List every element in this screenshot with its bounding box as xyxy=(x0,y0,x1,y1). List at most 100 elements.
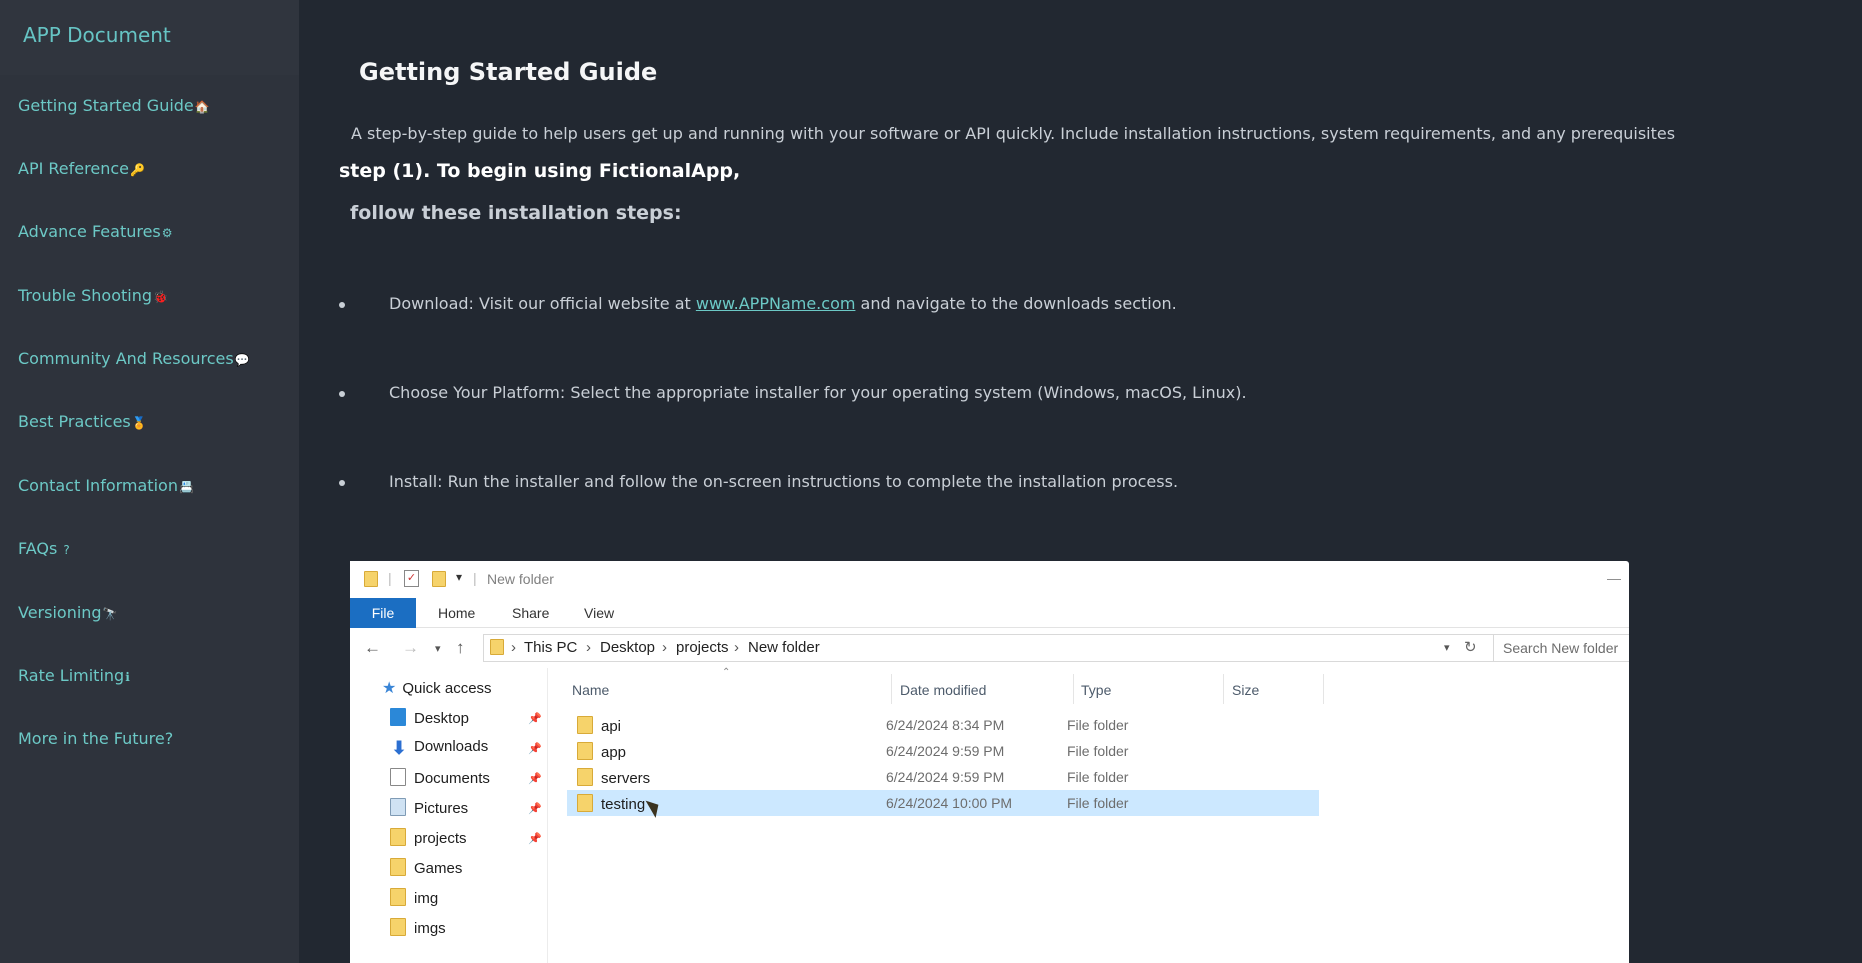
star-icon: ★ xyxy=(382,680,397,697)
column-separator[interactable] xyxy=(891,674,892,704)
back-arrow-icon[interactable]: ← xyxy=(364,638,381,658)
recent-locations-icon[interactable]: ▾ xyxy=(435,642,441,655)
breadcrumb-item[interactable]: Desktop xyxy=(600,635,655,661)
file-name: testing xyxy=(601,796,646,813)
nav-item-projects[interactable]: projects xyxy=(390,828,467,847)
nav-item-desktop[interactable]: Desktop xyxy=(390,708,469,727)
sidebar-item-rate-limiting[interactable]: Rate Limitingℹ xyxy=(18,666,130,685)
sidebar-item-label: API Reference xyxy=(18,159,129,178)
table-row[interactable]: servers 6/24/2024 9:59 PM File folder xyxy=(567,764,1319,790)
folder-icon xyxy=(577,794,593,812)
pin-icon[interactable]: 📌 xyxy=(528,832,542,845)
minimize-icon[interactable]: — xyxy=(1607,570,1621,586)
bullet-dot xyxy=(339,390,345,397)
sidebar-item-versioning[interactable]: Versioning🔭 xyxy=(18,603,118,622)
folder-icon xyxy=(490,639,504,655)
tab-view[interactable]: View xyxy=(584,598,614,628)
sidebar-item-contact[interactable]: Contact Information📇 xyxy=(18,476,194,495)
nav-item-pictures[interactable]: Pictures xyxy=(390,798,468,817)
nav-item-documents[interactable]: Documents xyxy=(390,768,490,787)
comments-icon: 💬 xyxy=(234,353,250,367)
column-header-name[interactable]: Name xyxy=(572,682,609,698)
nav-item-label: Desktop xyxy=(414,710,470,727)
column-separator[interactable] xyxy=(1223,674,1224,704)
house-icon: 🏠 xyxy=(194,100,210,114)
sidebar-item-label: FAQs xyxy=(18,539,58,558)
column-header-date[interactable]: Date modified xyxy=(900,682,986,698)
column-separator[interactable] xyxy=(1073,674,1074,704)
sidebar: APP Document Getting Started Guide🏠 API … xyxy=(0,0,299,963)
column-header-type[interactable]: Type xyxy=(1081,682,1111,698)
intro-text: A step-by-step guide to help users get u… xyxy=(351,124,1676,143)
address-row: ← → ▾ ↑ › This PC › Desktop › projects ›… xyxy=(350,628,1629,668)
file-date: 6/24/2024 9:59 PM xyxy=(886,769,1005,785)
nav-item-label: projects xyxy=(414,830,467,847)
sidebar-item-label: Versioning xyxy=(18,603,102,622)
search-input[interactable]: Search New folder xyxy=(1493,634,1629,662)
quick-access-label: Quick access xyxy=(402,680,492,697)
pin-icon[interactable]: 📌 xyxy=(528,712,542,725)
table-row[interactable]: api 6/24/2024 8:34 PM File folder xyxy=(567,712,1319,738)
new-folder-icon xyxy=(432,571,446,587)
page-title: Getting Started Guide xyxy=(359,58,658,86)
list-item: Install: Run the installer and follow th… xyxy=(339,472,1178,491)
nav-item-label: img xyxy=(414,890,439,907)
divider: | xyxy=(473,570,477,586)
folder-icon xyxy=(577,716,593,734)
sidebar-item-api-reference[interactable]: API Reference🔑 xyxy=(18,159,145,178)
file-name: api xyxy=(601,718,622,735)
sidebar-item-getting-started[interactable]: Getting Started Guide🏠 xyxy=(18,96,210,115)
nav-item-downloads[interactable]: ⬇ Downloads xyxy=(390,738,488,758)
sidebar-item-trouble-shooting[interactable]: Trouble Shooting🐞 xyxy=(18,286,168,305)
sidebar-item-advance-features[interactable]: Advance Features⚙ xyxy=(18,222,173,241)
address-bar[interactable]: › This PC › Desktop › projects › New fol… xyxy=(483,634,1595,662)
explorer-window-title: New folder xyxy=(487,571,554,587)
list-item: Download: Visit our official website at … xyxy=(339,294,1177,313)
pin-icon[interactable]: 📌 xyxy=(528,742,542,755)
nav-item-label: Documents xyxy=(414,770,490,787)
pictures-icon xyxy=(390,798,406,816)
tab-home[interactable]: Home xyxy=(438,598,475,628)
pin-icon[interactable]: 📌 xyxy=(528,772,542,785)
key-icon: 🔑 xyxy=(129,163,145,177)
tab-share[interactable]: Share xyxy=(512,598,549,628)
sidebar-item-label: Community And Resources xyxy=(18,349,234,368)
sidebar-item-label: Trouble Shooting xyxy=(18,286,152,305)
explorer-screenshot: | ✓ ▾ | New folder — File Home Share Vie… xyxy=(350,561,1629,963)
nav-item-games[interactable]: Games xyxy=(390,858,462,877)
folder-icon xyxy=(577,742,593,760)
folder-icon xyxy=(390,918,406,936)
nav-item-imgs[interactable]: imgs xyxy=(390,918,446,937)
contact-card-icon: 📇 xyxy=(178,480,194,494)
website-link[interactable]: www.APPName.com xyxy=(696,294,856,313)
column-header-size[interactable]: Size xyxy=(1232,682,1259,698)
up-arrow-icon[interactable]: ↑ xyxy=(456,638,465,658)
table-row[interactable]: app 6/24/2024 9:59 PM File folder xyxy=(567,738,1319,764)
gear-icon: ⚙ xyxy=(161,226,173,240)
refresh-icon[interactable]: ↻ xyxy=(1464,635,1477,661)
sidebar-item-label: Contact Information xyxy=(18,476,178,495)
quick-access-item[interactable]: ★ Quick access xyxy=(382,678,492,698)
file-name: app xyxy=(601,744,627,761)
folder-icon xyxy=(577,768,593,786)
address-dropdown-icon[interactable]: ▾ xyxy=(1444,635,1450,661)
breadcrumb-item[interactable]: New folder xyxy=(748,635,820,661)
column-separator[interactable] xyxy=(1323,674,1324,704)
tab-file[interactable]: File xyxy=(350,598,416,628)
nav-item-label: Downloads xyxy=(414,738,489,755)
app-brand[interactable]: APP Document xyxy=(0,0,299,75)
navigation-pane: ★ Quick access Desktop 📌 ⬇ Downloads 📌 Doc… xyxy=(350,668,548,963)
table-row-selected[interactable]: testing 6/24/2024 10:00 PM File folder xyxy=(567,790,1319,816)
sidebar-item-more-future[interactable]: More in the Future? xyxy=(18,729,173,748)
breadcrumb-item[interactable]: This PC xyxy=(524,635,577,661)
sidebar-item-best-practices[interactable]: Best Practices🏅 xyxy=(18,412,147,431)
breadcrumb-item[interactable]: projects xyxy=(676,635,729,661)
sidebar-item-faqs[interactable]: FAQs ? xyxy=(18,539,70,558)
forward-arrow-icon[interactable]: → xyxy=(402,638,419,658)
documents-icon xyxy=(390,768,406,786)
pin-icon[interactable]: 📌 xyxy=(528,802,542,815)
sidebar-item-community[interactable]: Community And Resources💬 xyxy=(18,349,250,368)
info-icon: ℹ xyxy=(125,670,130,684)
file-date: 6/24/2024 8:34 PM xyxy=(886,717,1005,733)
nav-item-img[interactable]: img xyxy=(390,888,438,907)
